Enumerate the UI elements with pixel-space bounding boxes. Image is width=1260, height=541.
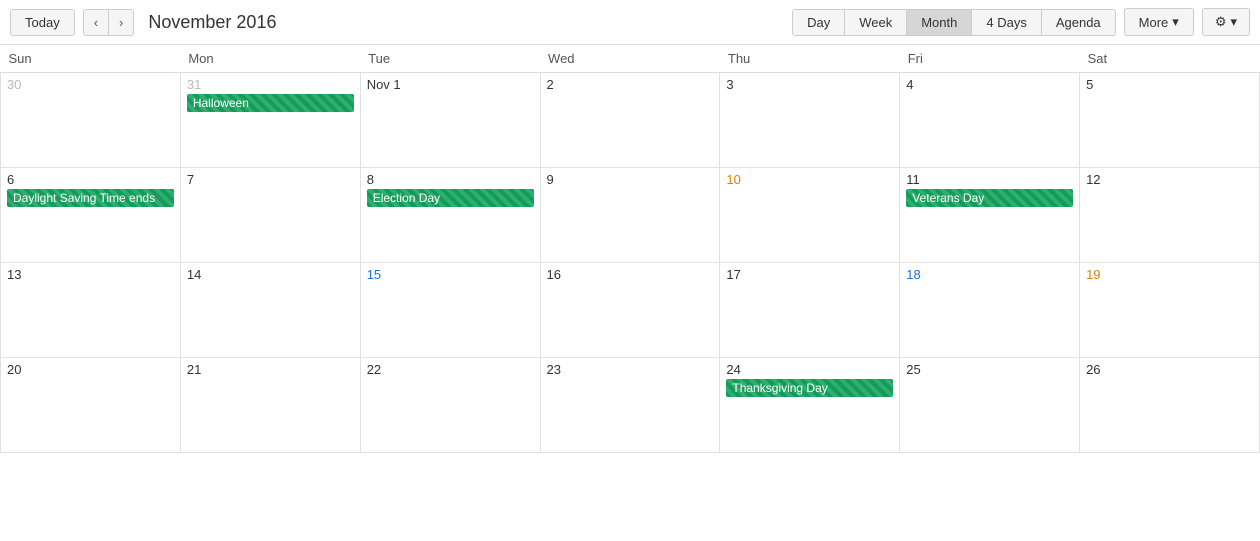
day-number: 13 xyxy=(7,267,174,282)
day-number: 7 xyxy=(187,172,354,187)
calendar-cell[interactable]: 22 xyxy=(360,358,540,453)
settings-button[interactable]: ⚙ ▾ xyxy=(1202,8,1250,36)
day-number: 2 xyxy=(547,77,714,92)
calendar-cell[interactable]: 26 xyxy=(1080,358,1260,453)
settings-dropdown-icon: ▾ xyxy=(1230,14,1237,30)
view-4days-button[interactable]: 4 Days xyxy=(972,10,1041,35)
col-header-fri: Fri xyxy=(900,45,1080,73)
day-number: 9 xyxy=(547,172,714,187)
calendar-cell[interactable]: 23 xyxy=(540,358,720,453)
col-header-sat: Sat xyxy=(1080,45,1260,73)
calendar-cell[interactable]: 18 xyxy=(900,263,1080,358)
day-number: 4 xyxy=(906,77,1073,92)
view-week-button[interactable]: Week xyxy=(845,10,907,35)
calendar-cell[interactable]: Nov 1 xyxy=(360,73,540,168)
calendar-cell[interactable]: 14 xyxy=(180,263,360,358)
col-header-mon: Mon xyxy=(180,45,360,73)
day-number: 21 xyxy=(187,362,354,377)
calendar-cell[interactable]: 25 xyxy=(900,358,1080,453)
calendar-cell[interactable]: 3 xyxy=(720,73,900,168)
day-number: 10 xyxy=(726,172,893,187)
calendar-cell[interactable]: 31 Halloween xyxy=(180,73,360,168)
day-number: 26 xyxy=(1086,362,1253,377)
prev-button[interactable]: ‹ xyxy=(84,10,109,35)
calendar-cell[interactable]: 24 Thanksgiving Day xyxy=(720,358,900,453)
day-number: 8 xyxy=(367,172,534,187)
calendar-cell[interactable]: 4 xyxy=(900,73,1080,168)
day-number: 30 xyxy=(7,77,174,92)
event-bar[interactable]: Halloween xyxy=(187,94,354,112)
calendar-cell[interactable]: 9 xyxy=(540,168,720,263)
day-number: 5 xyxy=(1086,77,1253,92)
event-bar[interactable]: Daylight Saving Time ends xyxy=(7,189,174,207)
view-day-button[interactable]: Day xyxy=(793,10,845,35)
day-number: 12 xyxy=(1086,172,1253,187)
calendar-cell[interactable]: 21 xyxy=(180,358,360,453)
day-number: 31 xyxy=(187,77,354,92)
calendar-cell[interactable]: 15 xyxy=(360,263,540,358)
calendar-cell[interactable]: 2 xyxy=(540,73,720,168)
view-buttons: Day Week Month 4 Days Agenda xyxy=(792,9,1116,36)
day-number: 11 xyxy=(906,172,1073,187)
today-button[interactable]: Today xyxy=(10,9,75,36)
calendar-cell[interactable]: 8 Election Day xyxy=(360,168,540,263)
calendar-cell[interactable]: 10 xyxy=(720,168,900,263)
next-button[interactable]: › xyxy=(109,10,133,35)
calendar-cell[interactable]: 16 xyxy=(540,263,720,358)
col-header-tue: Tue xyxy=(360,45,540,73)
day-number: 24 xyxy=(726,362,893,377)
day-number: 22 xyxy=(367,362,534,377)
event-bar[interactable]: Election Day xyxy=(367,189,534,207)
calendar-cell[interactable]: 5 xyxy=(1080,73,1260,168)
more-button[interactable]: More ▾ xyxy=(1124,8,1194,36)
calendar-cell[interactable]: 11 Veterans Day xyxy=(900,168,1080,263)
day-number: 16 xyxy=(547,267,714,282)
day-number: Nov 1 xyxy=(367,77,534,92)
col-header-sun: Sun xyxy=(1,45,181,73)
calendar-cell[interactable]: 7 xyxy=(180,168,360,263)
calendar-cell[interactable]: 12 xyxy=(1080,168,1260,263)
settings-icon: ⚙ xyxy=(1215,14,1227,30)
day-number: 3 xyxy=(726,77,893,92)
day-number: 19 xyxy=(1086,267,1253,282)
calendar-cell[interactable]: 20 xyxy=(1,358,181,453)
nav-buttons: ‹ › xyxy=(83,9,135,36)
day-number: 14 xyxy=(187,267,354,282)
calendar-cell[interactable]: 30 xyxy=(1,73,181,168)
more-dropdown-icon: ▾ xyxy=(1172,14,1179,30)
event-bar[interactable]: Thanksgiving Day xyxy=(726,379,893,397)
calendar-cell[interactable]: 17 xyxy=(720,263,900,358)
day-number: 23 xyxy=(547,362,714,377)
calendar-cell[interactable]: 6 Daylight Saving Time ends xyxy=(1,168,181,263)
calendar-header: Today ‹ › November 2016 Day Week Month 4… xyxy=(0,0,1260,45)
view-month-button[interactable]: Month xyxy=(907,10,972,35)
calendar-cell[interactable]: 13 xyxy=(1,263,181,358)
day-number: 15 xyxy=(367,267,534,282)
view-agenda-button[interactable]: Agenda xyxy=(1042,10,1115,35)
col-header-wed: Wed xyxy=(540,45,720,73)
day-number: 18 xyxy=(906,267,1073,282)
calendar-cell[interactable]: 19 xyxy=(1080,263,1260,358)
month-title: November 2016 xyxy=(148,12,784,33)
col-header-thu: Thu xyxy=(720,45,900,73)
day-number: 6 xyxy=(7,172,174,187)
day-number: 20 xyxy=(7,362,174,377)
event-bar[interactable]: Veterans Day xyxy=(906,189,1073,207)
more-label: More xyxy=(1139,15,1169,30)
calendar-grid: Sun Mon Tue Wed Thu Fri Sat 30 31 Hallowee… xyxy=(0,45,1260,453)
day-number: 25 xyxy=(906,362,1073,377)
day-number: 17 xyxy=(726,267,893,282)
